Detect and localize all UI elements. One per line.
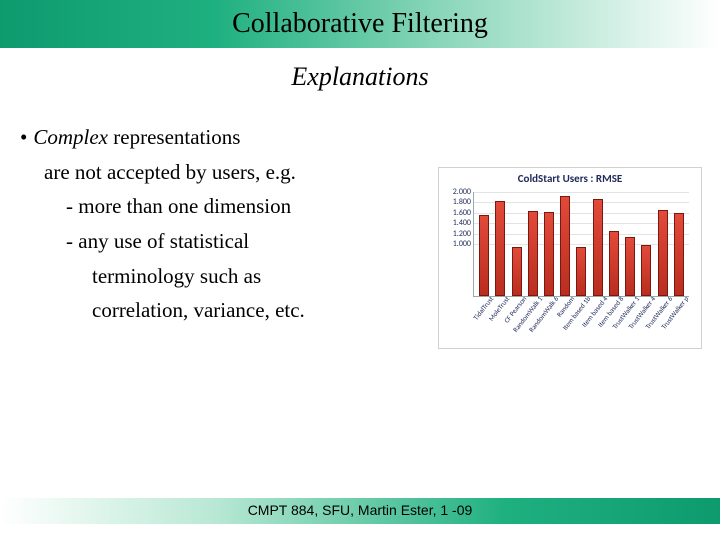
bar (576, 247, 586, 296)
bullet-row: • Complex representations (20, 120, 700, 155)
bar (625, 237, 635, 296)
footer-bar: CMPT 884, SFU, Martin Ester, 1 -09 (0, 498, 720, 524)
y-tick: 1.400 (441, 218, 471, 228)
bullet-dot: • (20, 120, 27, 155)
title-bar: Collaborative Filtering (0, 0, 720, 48)
x-labels: TidalTrustMoleTrustCF PearsonRandomWalk … (473, 296, 688, 346)
bar (479, 215, 489, 296)
slide-subtitle: Explanations (0, 62, 720, 92)
y-tick: 2.000 (441, 187, 471, 197)
y-tick: 1.200 (441, 229, 471, 239)
bar (593, 199, 603, 296)
bar (560, 196, 570, 296)
bar (609, 231, 619, 296)
y-tick: 1.000 (441, 239, 471, 249)
chart-title: ColdStart Users : RMSE (439, 168, 701, 185)
y-tick: 1.800 (441, 197, 471, 207)
bar (658, 210, 668, 296)
bullet-lead-rest: representations (108, 125, 240, 149)
bars (474, 192, 689, 296)
bar (495, 201, 505, 296)
bar (528, 211, 538, 296)
bar (544, 212, 554, 296)
plot-area (473, 192, 689, 297)
slide-title: Collaborative Filtering (0, 8, 720, 40)
bar (674, 213, 684, 296)
y-tick: 1.600 (441, 208, 471, 218)
bullet-lead-em: Complex (33, 125, 108, 149)
chart: ColdStart Users : RMSE 2.0001.8001.6001.… (438, 167, 702, 349)
bar (512, 247, 522, 296)
bullet-lead: Complex representations (33, 120, 240, 155)
footer-text: CMPT 884, SFU, Martin Ester, 1 -09 (0, 502, 720, 518)
bar (641, 245, 651, 296)
